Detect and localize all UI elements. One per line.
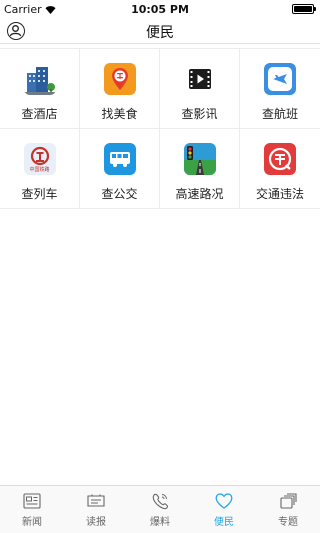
service-grid: 查酒店 找美食 查影讯 查航班 中国铁路 查列车 查公交 高速路况 交通违法 (0, 48, 320, 209)
service-flight[interactable]: 查航班 (240, 49, 320, 129)
highway-traffic-icon (183, 143, 216, 175)
tab-tips[interactable]: 爆料 (128, 486, 192, 533)
service-food[interactable]: 找美食 (80, 49, 160, 129)
tab-label: 便民 (214, 517, 234, 528)
traffic-violation-icon (264, 143, 296, 175)
tab-services[interactable]: 便民 (192, 486, 256, 533)
topics-icon (277, 491, 299, 511)
service-hotel[interactable]: 查酒店 (0, 49, 80, 129)
service-label: 查影讯 (181, 107, 218, 121)
status-bar: Carrier 10:05 PM (0, 0, 320, 18)
food-icon (103, 63, 136, 95)
hotel-icon (23, 63, 56, 95)
navigation-bar: 便民 (0, 18, 320, 44)
tab-topics[interactable]: 专题 (256, 486, 320, 533)
service-label: 找美食 (101, 107, 138, 121)
tab-bar: 新闻 读报 爆料 便民 专题 (0, 485, 320, 533)
service-label: 查公交 (101, 187, 138, 201)
page-title: 便民 (146, 25, 174, 41)
flight-icon (264, 63, 296, 95)
service-label: 查酒店 (21, 107, 58, 121)
tip-phone-icon (149, 491, 171, 511)
status-time: 10:05 PM (131, 3, 189, 16)
heart-icon (213, 491, 235, 511)
tab-label: 新闻 (22, 517, 42, 528)
service-train[interactable]: 中国铁路 查列车 (0, 129, 80, 209)
service-label: 查列车 (21, 187, 58, 201)
tab-label: 专题 (278, 517, 298, 528)
tab-label: 爆料 (150, 517, 170, 528)
movie-icon (184, 63, 216, 95)
bus-icon (103, 143, 136, 175)
service-highway-traffic[interactable]: 高速路况 (160, 129, 240, 209)
tab-news[interactable]: 新闻 (0, 486, 64, 533)
train-icon: 中国铁路 (23, 143, 56, 175)
tab-label: 读报 (86, 517, 106, 528)
train-logo-text: 中国铁路 (29, 167, 50, 173)
tab-newspaper[interactable]: 读报 (64, 486, 128, 533)
service-label: 交通违法 (255, 187, 304, 201)
battery-icon (292, 4, 316, 14)
news-icon (21, 491, 43, 511)
service-movie[interactable]: 查影讯 (160, 49, 240, 129)
service-label: 高速路况 (175, 187, 224, 201)
newspaper-icon (85, 491, 107, 511)
service-traffic-violation[interactable]: 交通违法 (240, 129, 320, 209)
service-label: 查航班 (261, 107, 298, 121)
service-bus[interactable]: 查公交 (80, 129, 160, 209)
